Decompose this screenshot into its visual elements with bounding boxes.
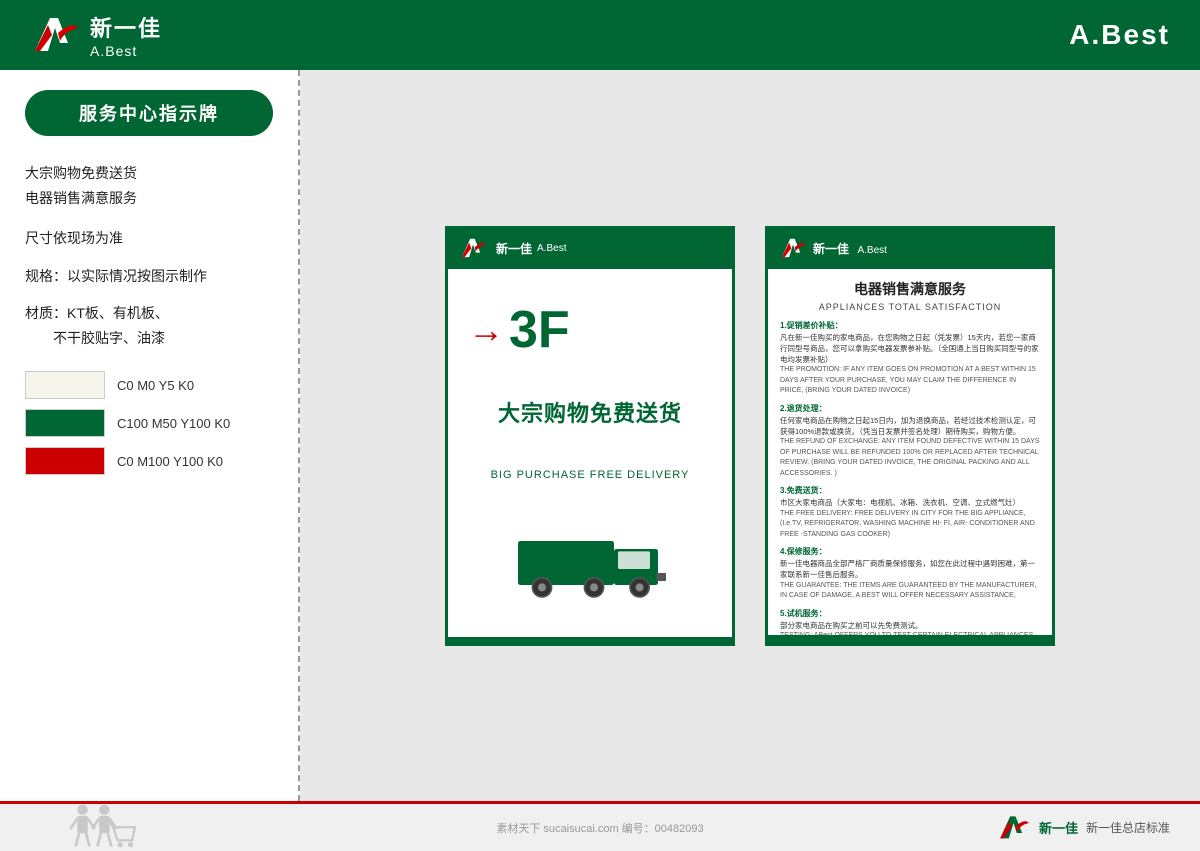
sign-delivery-body: → 3F 大宗购物免费送货 BIG PURCHASE FREE DELIVERY [448,269,732,637]
footer-logo-right: 新一佳 新一佳总店标准 [996,813,1170,843]
header-logo: 新一佳 A.Best [30,11,162,59]
footer-logo-icon [996,813,1031,843]
spec-material-label: 材质：KT板、有机板、 [25,301,273,326]
sign-delivery-main-cn: 大宗购物免费送货 [498,396,682,428]
service-badge: 服务中心指示牌 [25,90,273,136]
sign-service-header: 新一佳 A.Best [768,229,1052,269]
footer-watermark: 素材天下 sucaisucai.com 编号：00482093 [496,820,703,836]
sign-service-footer [768,635,1052,643]
sign-delivery-logo-en: A.Best [537,243,566,254]
service-item-1-cn: 凡在新一佳购买的家电商品，在您购物之日起（凭发票）15天内，若您一家商行同型号商… [780,332,1040,366]
service-item-2-cn: 任何家电商品在购物之日起15日内，加为退换商品，若经过技术检测认定，可获得100… [780,415,1040,438]
swatch-row-green: C100 M50 Y100 K0 [25,409,273,437]
spec-size: 尺寸依现场为准 [25,226,273,251]
logo-text: 新一佳 A.Best [90,11,162,59]
service-main-title: 电器销售满意服务 [780,279,1040,299]
sign-delivery-logo-cn: 新一佳 [496,240,532,257]
floor-arrow: → [468,309,504,351]
sign-service: 新一佳 A.Best 电器销售满意服务 APPLIANCES TOTAL SAT… [765,226,1055,646]
service-item-1: 大宗购物免费送货 [25,161,273,186]
sign-delivery-main-en: BIG PURCHASE FREE DELIVERY [491,469,690,481]
header: 新一佳 A.Best A.Best [0,0,1200,70]
right-panel: 新一佳 A.Best → 3F 大宗购物免费送货 BIG PURCHASE FR… [300,70,1200,801]
sign-delivery-logo-icon [458,236,488,261]
logo-icon [30,13,80,58]
service-item-5: 5.试机服务： 部分家电商品在购买之前可以先免费测试。 TESTING: ABe… [780,608,1040,635]
service-item-3-cn: 市区大家电商品（大家电：电视机、冰箱、洗衣机、空调、立式燃气灶） [780,497,1040,508]
left-panel: 服务中心指示牌 大宗购物免费送货 电器销售满意服务 尺寸依现场为准 规格：以实际… [0,70,300,801]
spec-material: 材质：KT板、有机板、 不干胶贴字、油漆 [25,301,273,351]
service-items: 大宗购物免费送货 电器销售满意服务 [25,161,273,211]
service-item-2: 2.退货处理： 任何家电商品在购物之日起15日内，加为退换商品，若经过技术检测认… [780,403,1040,480]
sign-service-logo-en: A.Best [857,245,886,256]
spec-format-label: 规格：以实际情况按图示制作 [25,264,273,289]
footer-brand-text: 新一佳 [1039,818,1078,837]
service-item-5-cn: 部分家电商品在购买之前可以先免费测试。 [780,620,1040,631]
service-item-2: 电器销售满意服务 [25,186,273,211]
service-item-4-title: 4.保修服务： [780,546,1040,558]
service-item-1: 1.促销差价补贴： 凡在新一佳购买的家电商品，在您购物之日起（凭发票）15天内，… [780,320,1040,397]
sign-delivery-logo-text: 新一佳 A.Best [496,240,566,257]
service-item-4-en: THE GUARANTEE: THE ITEMS ARE GUARANTEED … [780,581,1040,602]
color-swatches: C0 M0 Y5 K0 C100 M50 Y100 K0 C0 M100 Y10… [25,371,273,475]
swatch-white-label: C0 M0 Y5 K0 [117,378,194,393]
sign-delivery-footer [448,637,732,643]
service-item-4-cn: 新一佳电器商品全部严格厂商质量保修服务，如您在此过程中遇到困难，第一家联系新一佳… [780,558,1040,581]
spec-format: 规格：以实际情况按图示制作 [25,264,273,289]
truck-icon [510,521,670,601]
footer: 素材天下 sucaisucai.com 编号：00482093 新一佳 新一佳总… [0,801,1200,851]
service-item-3-en: THE FREE DELIVERY: FREE DELIVERY IN CITY… [780,509,1040,541]
swatch-red-label: C0 M100 Y100 K0 [117,454,223,469]
floor-indicator: → 3F [468,304,570,356]
service-item-2-en: THE REFUND OF EXCHANGE: ANY ITEM FOUND D… [780,437,1040,479]
spec-size-label: 尺寸依现场为准 [25,226,273,251]
sign-service-logo-text: 新一佳 A.Best [813,240,887,258]
logo-chinese: 新一佳 [90,11,162,43]
service-item-2-title: 2.退货处理： [780,403,1040,415]
service-item-3: 3.免费送货： 市区大家电商品（大家电：电视机、冰箱、洗衣机、空调、立式燃气灶）… [780,485,1040,540]
swatch-row-red: C0 M100 Y100 K0 [25,447,273,475]
service-item-4: 4.保修服务： 新一佳电器商品全部严格厂商质量保修服务，如您在此过程中遇到困难，… [780,546,1040,602]
swatch-row-white: C0 M0 Y5 K0 [25,371,273,399]
service-item-1-title: 1.促销差价补贴： [780,320,1040,332]
people-silhouette [55,801,145,849]
footer-brand-suffix: 新一佳总店标准 [1086,819,1170,836]
service-content: 1.促销差价补贴： 凡在新一佳购买的家电商品，在您购物之日起（凭发票）15天内，… [780,320,1040,635]
sign-delivery: 新一佳 A.Best → 3F 大宗购物免费送货 BIG PURCHASE FR… [445,226,735,646]
service-main-subtitle: APPLIANCES TOTAL SATISFACTION [780,302,1040,312]
swatch-green [25,409,105,437]
sign-service-body: 电器销售满意服务 APPLIANCES TOTAL SATISFACTION 1… [768,269,1052,635]
header-brand-right: A.Best [1069,19,1170,51]
service-item-5-title: 5.试机服务： [780,608,1040,620]
logo-english: A.Best [90,43,162,59]
swatch-white [25,371,105,399]
sign-service-logo-cn: 新一佳 [813,242,849,256]
service-item-1-en: THE PROMOTION: IF ANY ITEM GOES ON PROMO… [780,365,1040,397]
floor-number: 3F [509,304,570,356]
swatch-green-label: C100 M50 Y100 K0 [117,416,230,431]
spec-material-label2: 不干胶贴字、油漆 [53,326,273,351]
swatch-red [25,447,105,475]
main-content: 服务中心指示牌 大宗购物免费送货 电器销售满意服务 尺寸依现场为准 规格：以实际… [0,70,1200,801]
sign-delivery-header: 新一佳 A.Best [448,229,732,269]
service-item-3-title: 3.免费送货： [780,485,1040,497]
sign-service-logo-icon [778,236,808,261]
